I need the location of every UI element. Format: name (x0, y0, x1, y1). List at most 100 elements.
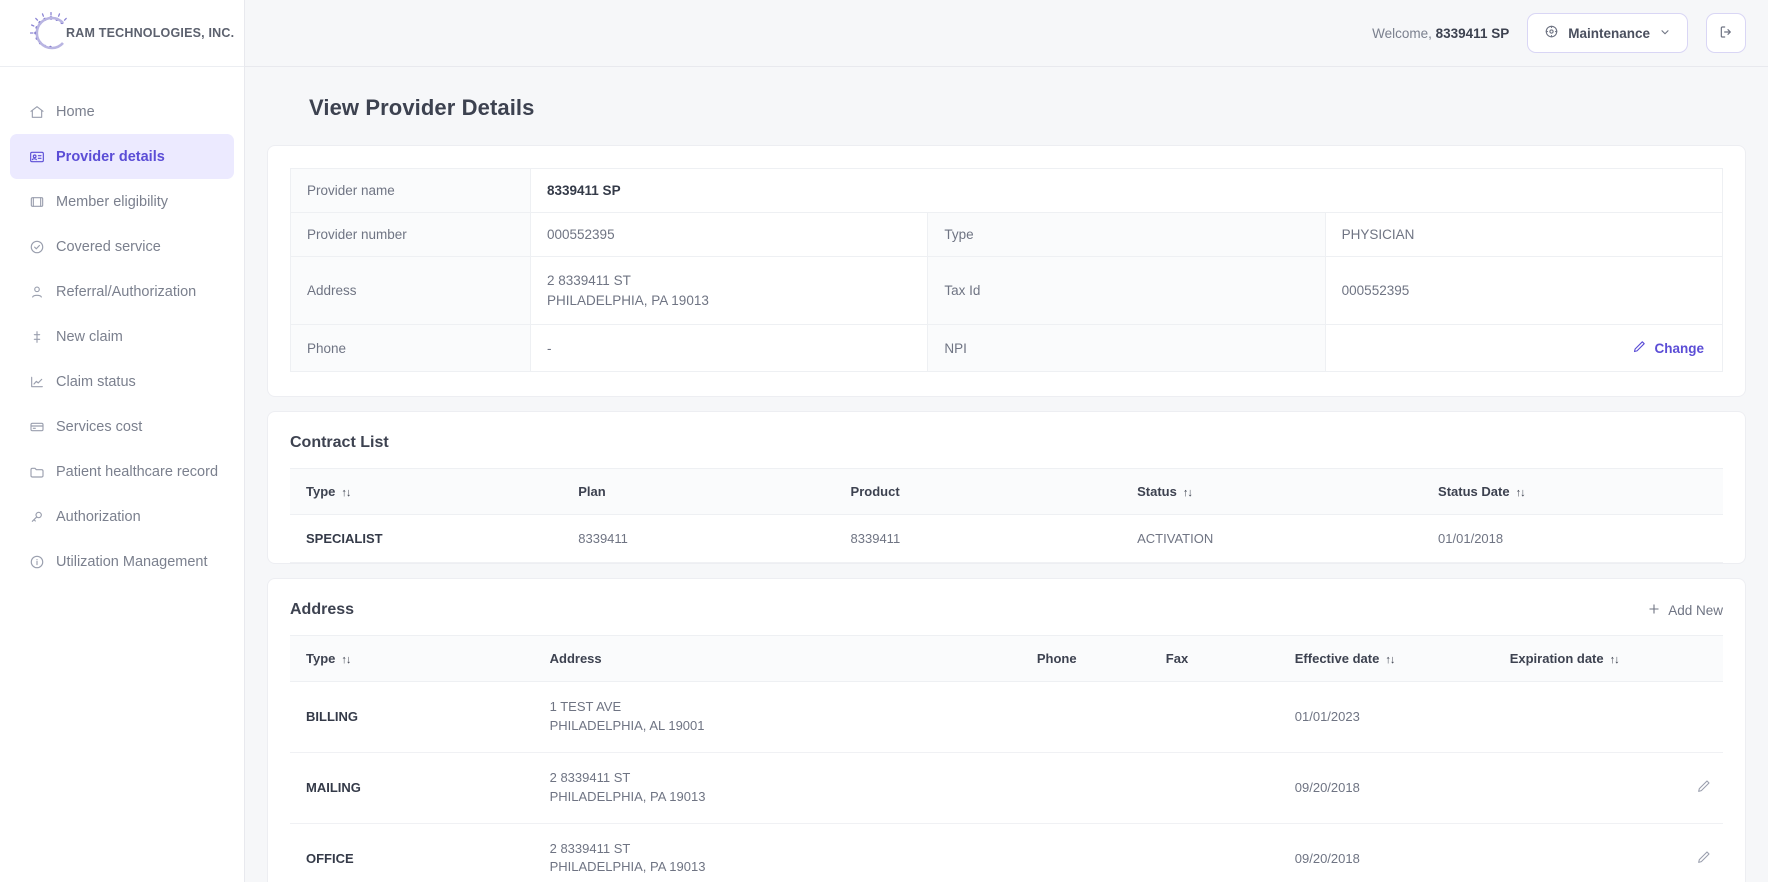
check-circle-icon (28, 238, 45, 255)
brand-logo[interactable]: RAM TECHNOLOGIES, INC. (0, 0, 244, 67)
field-value: PHYSICIAN (1324, 212, 1724, 257)
page-content: View Provider Details Provider name 8339… (245, 67, 1768, 882)
sort-toggle-icon[interactable]: ↑↓ (1385, 654, 1395, 666)
logout-button[interactable] (1706, 13, 1746, 53)
sidebar-item-provider-details[interactable]: Provider details (10, 134, 234, 179)
sort-toggle-icon[interactable]: ↑↓ (1183, 487, 1193, 499)
sidebar-item-claim-status[interactable]: Claim status (10, 359, 234, 404)
column-label: Address (549, 651, 602, 667)
pencil-icon (1632, 339, 1647, 357)
cell-type: MAILING (290, 752, 534, 824)
add-new-label: Add New (1668, 602, 1723, 618)
sidebar: RAM TECHNOLOGIES, INC. Home Provider det… (0, 0, 245, 882)
add-new-address-button[interactable]: Add New (1647, 602, 1723, 619)
address-table: Type ↑↓ Address Phone Fax Effective date ↑… (290, 635, 1723, 882)
column-header-status-date: Status Date ↑↓ (1422, 468, 1723, 516)
cell-effective-date: 01/01/2023 (1278, 681, 1494, 753)
column-label: Status Date (1438, 484, 1510, 500)
maintenance-button[interactable]: Maintenance (1527, 13, 1688, 53)
address-line-2: PHILADELPHIA, AL 19001 (549, 717, 705, 733)
column-label: Fax (1165, 651, 1189, 667)
field-label: Tax Id (927, 255, 1326, 326)
change-button[interactable]: Change (1632, 339, 1704, 357)
contract-list-table: Type ↑↓ Plan Product Status ↑↓ Status Date… (290, 468, 1723, 564)
sidebar-item-label: Patient healthcare record (56, 463, 219, 480)
address-card: Address Add New Type ↑↓ Address Phone Fa… (267, 578, 1746, 882)
column-label: Type (306, 484, 336, 500)
sort-toggle-icon[interactable]: ↑↓ (1610, 654, 1620, 666)
cell-fax (1149, 752, 1279, 824)
field-value: 2 8339411 ST PHILADELPHIA, PA 19013 (529, 255, 929, 326)
address-line-2: PHILADELPHIA, PA 19013 (547, 292, 709, 308)
address-line-1: 2 8339411 ST (547, 273, 631, 288)
sidebar-item-home[interactable]: Home (10, 89, 234, 134)
plus-icon (1647, 602, 1661, 619)
cell-address: 2 8339411 ST PHILADELPHIA, PA 19013 (533, 823, 1021, 882)
id-card-icon (28, 148, 45, 165)
address-line-1: 1 TEST AVE (549, 699, 622, 715)
sidebar-item-new-claim[interactable]: New claim (10, 314, 234, 359)
address-line-1: 2 8339411 ST (549, 769, 631, 785)
field-value: 000552395 (529, 212, 929, 257)
card-frame-icon (28, 193, 45, 210)
column-header-status: Status ↑↓ (1121, 468, 1423, 516)
column-label: Expiration date (1509, 651, 1604, 667)
field-value: 8339411 SP (530, 168, 1723, 213)
wallet-icon (28, 418, 45, 435)
sidebar-item-patient-healthcare-record[interactable]: Patient healthcare record (10, 449, 234, 494)
address-line-2: PHILADELPHIA, PA 19013 (549, 859, 706, 875)
cell-type: SPECIALIST (290, 514, 563, 564)
sidebar-item-referral-authorization[interactable]: Referral/Authorization (10, 269, 234, 314)
address-header: Address Add New (290, 601, 1723, 619)
sidebar-item-label: Home (56, 103, 95, 120)
sidebar-item-authorization[interactable]: Authorization (10, 494, 234, 539)
main-area: Welcome, 8339411 SP Maintenance View Pro… (245, 0, 1768, 882)
gear-icon (1544, 24, 1559, 42)
change-label: Change (1654, 340, 1704, 356)
cell-type: OFFICE (290, 823, 534, 882)
chart-line-icon (28, 373, 45, 390)
cell-status-date: 01/01/2018 (1422, 514, 1723, 564)
chevron-down-icon (1659, 26, 1671, 41)
sort-toggle-icon[interactable]: ↑↓ (1516, 487, 1526, 499)
edit-address-button[interactable] (1696, 849, 1712, 868)
column-label: Effective date (1294, 651, 1380, 667)
sidebar-item-utilization-management[interactable]: Utilization Management (10, 539, 234, 584)
app-root: RAM TECHNOLOGIES, INC. Home Provider det… (0, 0, 1768, 882)
contract-list-card: Contract List Type ↑↓ Plan Product Status… (267, 411, 1746, 565)
maintenance-label: Maintenance (1568, 25, 1650, 41)
edit-address-button[interactable] (1696, 778, 1712, 797)
cell-type: BILLING (290, 681, 534, 753)
field-value: - (529, 324, 929, 373)
cell-effective-date: 09/20/2018 (1278, 823, 1494, 882)
table-row[interactable]: BILLING 1 TEST AVE PHILADELPHIA, AL 1900… (290, 681, 1723, 753)
field-label: Type (927, 212, 1326, 257)
field-value-with-action: Change (1324, 324, 1724, 373)
column-header-address: Address (533, 635, 1021, 683)
welcome-prefix: Welcome, (1372, 25, 1432, 41)
provider-details-row: Provider number 000552395 Type PHYSICIAN (290, 212, 1724, 257)
table-row[interactable]: SPECIALIST 8339411 8339411 ACTIVATION 01… (290, 514, 1723, 564)
home-icon (28, 103, 45, 120)
contract-list-title: Contract List (290, 434, 389, 452)
sort-toggle-icon[interactable]: ↑↓ (341, 654, 351, 666)
sidebar-item-member-eligibility[interactable]: Member eligibility (10, 179, 234, 224)
sidebar-item-label: Services cost (56, 418, 143, 435)
sidebar-item-services-cost[interactable]: Services cost (10, 404, 234, 449)
provider-details-card: Provider name 8339411 SP Provider number… (267, 145, 1746, 398)
column-label: Plan (578, 484, 606, 500)
column-label: Type (306, 651, 336, 667)
provider-details-row: Address 2 8339411 ST PHILADELPHIA, PA 19… (290, 255, 1724, 326)
table-row[interactable]: MAILING 2 8339411 ST PHILADELPHIA, PA 19… (290, 752, 1723, 824)
sort-toggle-icon[interactable]: ↑↓ (341, 487, 351, 499)
provider-details-row: Phone - NPI Change (290, 324, 1724, 373)
table-header-row: Type ↑↓ Address Phone Fax Effective date ↑… (290, 635, 1723, 683)
address-line-2: PHILADELPHIA, PA 19013 (549, 788, 706, 804)
plus-document-icon (28, 328, 45, 345)
table-row[interactable]: OFFICE 2 8339411 ST PHILADELPHIA, PA 190… (290, 823, 1723, 882)
welcome-text: Welcome, 8339411 SP (1372, 26, 1509, 41)
column-label: Product (850, 484, 900, 500)
sidebar-item-covered-service[interactable]: Covered service (10, 224, 234, 269)
field-label: Provider number (290, 212, 531, 257)
cell-phone (1020, 752, 1150, 824)
